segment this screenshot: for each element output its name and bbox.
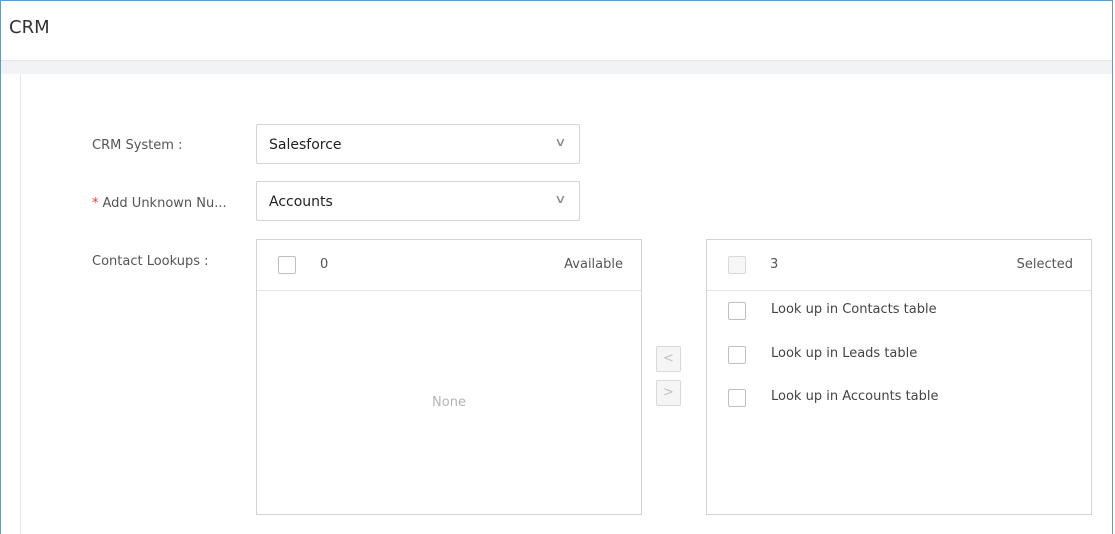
available-count: 0 xyxy=(320,257,329,272)
selected-list-header: 3 Selected xyxy=(707,240,1091,291)
add-unknown-number-label: * Add Unknown Nu... xyxy=(92,196,227,211)
add-unknown-number-label-text: Add Unknown Nu... xyxy=(102,196,227,211)
available-empty-text: None xyxy=(432,395,466,410)
selected-title: Selected xyxy=(1016,257,1073,272)
selected-list-panel: 3 Selected Look up in Contacts table Loo… xyxy=(706,239,1092,515)
header-divider-band xyxy=(1,61,1112,74)
chevron-down-icon: ∨ xyxy=(554,135,567,149)
crm-system-label: CRM System : xyxy=(92,138,183,153)
contact-lookups-label: Contact Lookups : xyxy=(92,254,209,269)
move-right-button[interactable]: > xyxy=(656,380,681,406)
list-item-label: Look up in Contacts table xyxy=(771,302,937,317)
page-header: CRM xyxy=(1,1,1112,61)
add-unknown-number-value: Accounts xyxy=(269,194,333,210)
list-item-label: Look up in Accounts table xyxy=(771,389,939,404)
list-item[interactable]: Look up in Accounts table xyxy=(707,383,1091,413)
add-unknown-number-select[interactable]: Accounts ∨ xyxy=(256,181,580,221)
list-item-checkbox[interactable] xyxy=(728,302,746,320)
list-item[interactable]: Look up in Leads table xyxy=(707,340,1091,370)
available-list-panel: 0 Available None xyxy=(256,239,642,515)
crm-system-select[interactable]: Salesforce ∨ xyxy=(256,124,580,164)
required-marker: * xyxy=(92,196,99,211)
selected-select-all-checkbox[interactable] xyxy=(728,256,746,274)
list-item[interactable]: Look up in Contacts table xyxy=(707,296,1091,326)
list-item-label: Look up in Leads table xyxy=(771,346,918,361)
available-title: Available xyxy=(564,257,623,272)
list-item-checkbox[interactable] xyxy=(728,389,746,407)
available-select-all-checkbox[interactable] xyxy=(278,256,296,274)
crm-system-value: Salesforce xyxy=(269,137,342,153)
crm-form: CRM System : Salesforce ∨ * Add Unknown N… xyxy=(20,74,1112,534)
page-title: CRM xyxy=(9,17,50,38)
chevron-down-icon: ∨ xyxy=(554,192,567,206)
crm-page: CRM CRM System : Salesforce ∨ * Add Unkno… xyxy=(0,0,1113,534)
selected-count: 3 xyxy=(770,257,779,272)
list-item-checkbox[interactable] xyxy=(728,346,746,364)
move-left-button[interactable]: < xyxy=(656,346,681,372)
available-list-header: 0 Available xyxy=(257,240,641,291)
